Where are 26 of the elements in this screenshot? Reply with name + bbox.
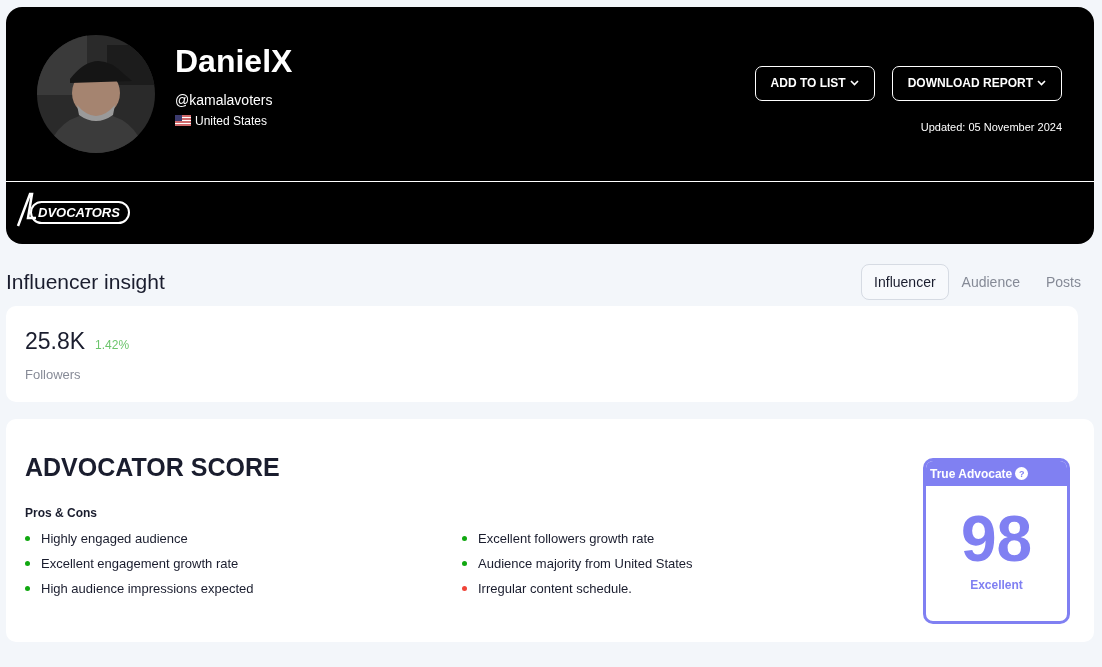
pros-cons-item: Audience majority from United States — [478, 556, 693, 571]
pros-cons-item: Excellent engagement growth rate — [41, 556, 239, 571]
chevron-down-icon — [1037, 80, 1046, 86]
dropdown-button[interactable]: DOWNLOAD REPORT — [891, 65, 1062, 101]
pros-cons-item: Irregular content schedule. — [478, 581, 632, 596]
pros-cons-item: Highly engaged audience — [41, 531, 188, 546]
score-title: ADVOCATOR SCORE — [25, 453, 281, 482]
pros-cons-heading: Pros & Cons — [25, 506, 98, 520]
tab[interactable]: Influencer — [861, 264, 949, 300]
profile-name: DanielX — [175, 42, 294, 80]
followers-count: 25.8K — [25, 328, 86, 354]
country-name: United States — [195, 113, 268, 128]
badge-title: True Advocate — [930, 466, 1013, 481]
score-rating: Excellent — [969, 578, 1024, 592]
pros-cons-item: High audience impressions expected — [41, 581, 254, 596]
growth-rate: 1.42% — [95, 338, 130, 352]
dropdown-button[interactable]: ADD TO LIST — [754, 65, 875, 101]
section-title: Influencer insight — [6, 270, 165, 294]
updated-date: Updated: 05 November 2024 — [920, 120, 1062, 133]
pros-cons-item: Excellent followers growth rate — [478, 531, 655, 546]
score-value: 98 — [959, 502, 1034, 576]
help-icon[interactable]: ? — [1015, 467, 1029, 480]
followers-label: Followers — [25, 367, 82, 382]
flag-icon — [175, 115, 191, 126]
profile-handle: @kamalavoters — [175, 91, 274, 108]
chevron-down-icon — [849, 80, 859, 86]
